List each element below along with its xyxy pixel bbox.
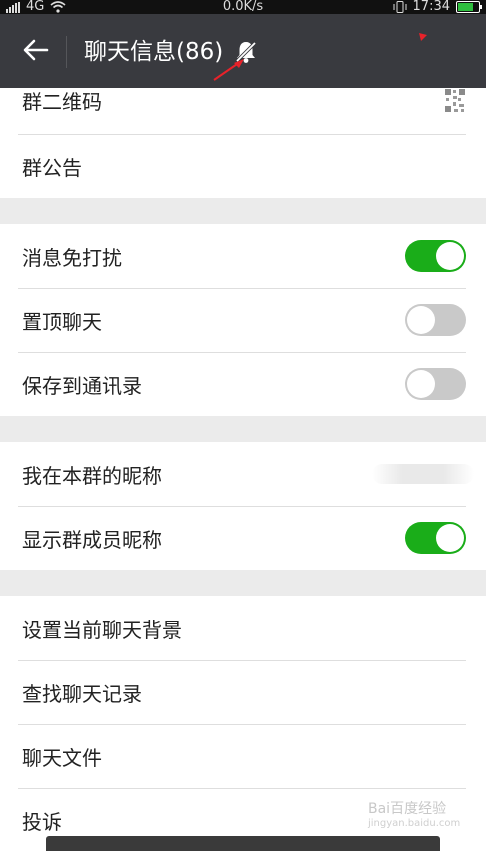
section-gap xyxy=(0,570,486,596)
chat-files-row[interactable]: 聊天文件 xyxy=(0,724,486,788)
save-to-contacts-row[interactable]: 保存到通讯录 xyxy=(0,352,486,416)
my-group-nickname-row[interactable]: 我在本群的昵称 xyxy=(0,442,486,506)
pin-chat-label: 置顶聊天 xyxy=(22,309,102,334)
group-announcement-row[interactable]: 群公告 xyxy=(0,134,486,198)
status-bar: 4G 0.0K/s 17:34 xyxy=(0,0,486,14)
group-qr-code-row[interactable]: 群二维码 xyxy=(0,88,486,134)
group-announcement-label: 群公告 xyxy=(22,155,82,180)
watermark-text: Bai百度经验 xyxy=(368,801,447,817)
set-chat-background-row[interactable]: 设置当前聊天背景 xyxy=(0,596,486,660)
set-chat-background-label: 设置当前聊天背景 xyxy=(22,617,182,642)
bottom-overlay-bar xyxy=(46,836,440,851)
chat-settings-group: 消息免打扰 置顶聊天 保存到通讯录 xyxy=(0,224,486,416)
back-button[interactable] xyxy=(20,34,52,66)
mute-notifications-toggle[interactable] xyxy=(405,240,466,272)
title-bar: 聊天信息(86) xyxy=(0,14,486,88)
chat-files-label: 聊天文件 xyxy=(22,745,102,770)
show-member-nicknames-row[interactable]: 显示群成员昵称 xyxy=(0,506,486,570)
nickname-value-redacted xyxy=(372,464,474,484)
watermark-url: jingyan.baidu.com xyxy=(368,818,461,829)
mute-notifications-label: 消息免打扰 xyxy=(22,245,122,270)
group-qr-code-label: 群二维码 xyxy=(22,90,102,114)
clock: 17:34 xyxy=(412,0,450,14)
section-gap xyxy=(0,198,486,224)
mute-notifications-row[interactable]: 消息免打扰 xyxy=(0,224,486,288)
back-arrow-icon xyxy=(23,39,49,61)
section-gap xyxy=(0,416,486,442)
my-group-nickname-label: 我在本群的昵称 xyxy=(22,463,162,488)
search-chat-history-row[interactable]: 查找聊天记录 xyxy=(0,660,486,724)
settings-list: 群二维码 群公告 消息免打扰 置顶聊天 保存到通讯录 我在本群的昵称 显示群成员… xyxy=(0,88,486,852)
show-member-nicknames-label: 显示群成员昵称 xyxy=(22,527,162,552)
search-chat-history-label: 查找聊天记录 xyxy=(22,681,142,706)
annotation-marker-icon xyxy=(419,33,427,41)
save-to-contacts-label: 保存到通讯录 xyxy=(22,373,142,398)
show-member-nicknames-toggle[interactable] xyxy=(405,522,466,554)
page-title: 聊天信息(86) xyxy=(84,39,224,65)
qr-code-icon xyxy=(444,88,466,114)
pin-chat-row[interactable]: 置顶聊天 xyxy=(0,288,486,352)
nickname-group: 我在本群的昵称 显示群成员昵称 xyxy=(0,442,486,570)
baidu-watermark: Bai百度经验 jingyan.baidu.com xyxy=(368,798,460,829)
title-divider xyxy=(66,36,67,68)
pin-chat-toggle[interactable] xyxy=(405,304,466,336)
save-to-contacts-toggle[interactable] xyxy=(405,368,466,400)
info-group: 群二维码 群公告 xyxy=(0,88,486,198)
report-label: 投诉 xyxy=(22,809,62,834)
battery-icon xyxy=(456,1,482,13)
vibrate-icon xyxy=(393,1,407,13)
